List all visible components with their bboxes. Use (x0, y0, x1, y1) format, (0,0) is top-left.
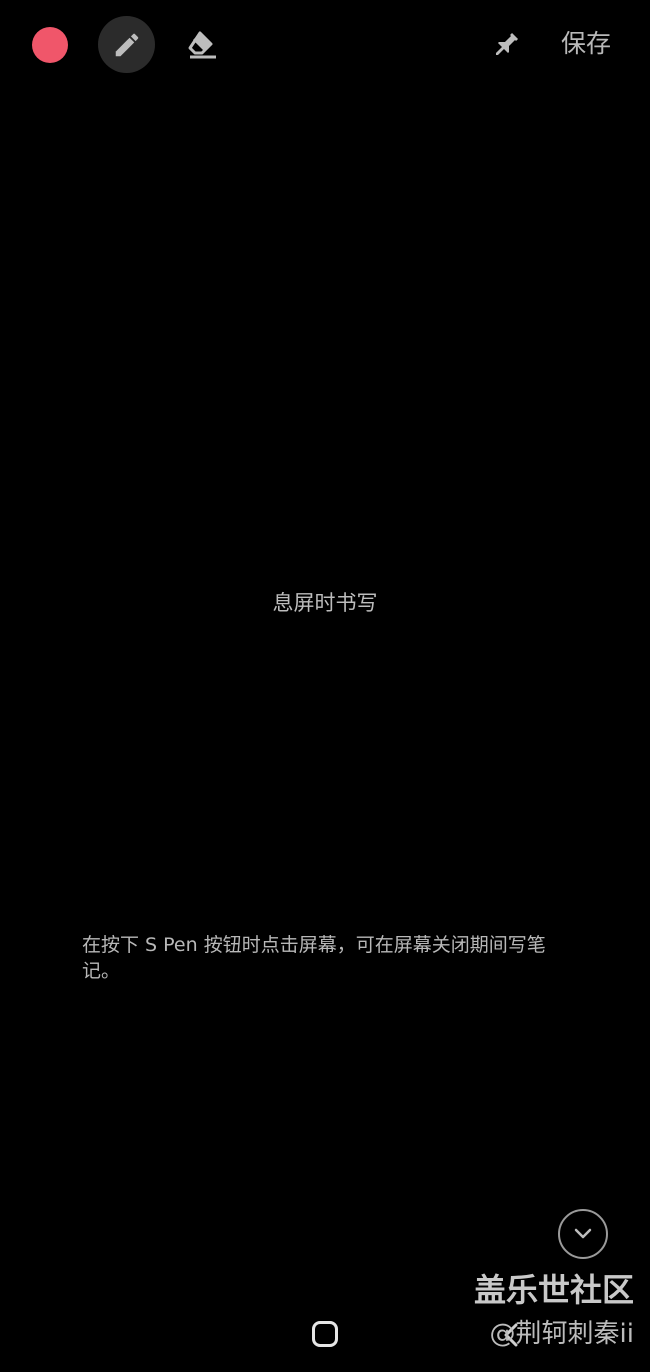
drawing-canvas[interactable] (0, 90, 650, 1270)
pen-tool-button[interactable] (98, 16, 155, 73)
eraser-tool-button[interactable] (180, 25, 224, 65)
chevron-down-icon (574, 1228, 592, 1239)
pin-icon (495, 32, 519, 56)
pencil-icon (115, 33, 138, 56)
collapse-button[interactable] (558, 1209, 608, 1259)
screen-off-writing-label: 息屏时书写 (272, 591, 378, 615)
watermark-user: @荆轲刺秦ii (489, 1319, 634, 1349)
usage-hint-text: 在按下 S Pen 按钮时点击屏幕，可在屏幕关闭期间写笔记。 (82, 934, 546, 982)
watermark-title: 盖乐世社区 (473, 1271, 634, 1309)
save-button[interactable]: 保存 (550, 22, 622, 66)
eraser-icon (188, 31, 216, 59)
toolbar: 保存 (0, 0, 650, 90)
pen-color-picker[interactable] (32, 27, 68, 63)
screen-off-memo-screen: 保存 息屏时书写 在按下 S Pen 按钮时点击屏幕，可在屏幕关闭期间写笔记。 … (0, 0, 650, 1372)
watermark: 盖乐世社区 @荆轲刺秦ii (474, 1270, 634, 1358)
pin-button[interactable] (484, 23, 528, 67)
home-icon[interactable] (312, 1321, 338, 1347)
